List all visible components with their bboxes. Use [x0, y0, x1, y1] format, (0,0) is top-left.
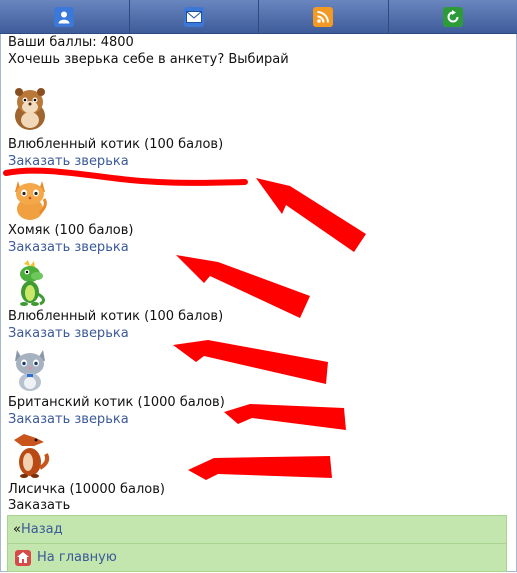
order-animal-text: Заказать	[8, 498, 71, 513]
main-content: Ваши баллы: 4800 Хочешь зверька себе в а…	[8, 34, 508, 68]
tab-profile[interactable]	[0, 0, 130, 33]
dragon-icon	[10, 260, 50, 306]
refresh-icon	[442, 6, 463, 27]
order-animal-link[interactable]: Заказать зверька	[8, 153, 129, 170]
order-animal-link[interactable]: Заказать зверька	[8, 325, 129, 342]
back-label: Назад	[20, 522, 63, 537]
rss-icon	[313, 6, 334, 27]
animal-name: Лисичка (10000 балов)	[8, 482, 165, 497]
home-label: На главную	[37, 550, 117, 565]
gray-cat-icon	[10, 346, 50, 391]
animal-name: Британский котик (1000 балов)	[8, 395, 225, 410]
animal-name: Влюбленный котик (100 балов)	[8, 137, 224, 152]
cat-icon	[10, 175, 50, 220]
user-icon	[54, 6, 75, 27]
tab-refresh[interactable]	[388, 0, 517, 33]
animal-name: Влюбленный котик (100 балов)	[8, 309, 224, 324]
top-nav-bar	[0, 0, 517, 34]
animal-name: Хомяк (100 балов)	[8, 223, 134, 238]
points-label: Ваши баллы: 4800	[8, 35, 134, 50]
order-animal-link[interactable]: Заказать зверька	[8, 239, 129, 256]
choose-prompt: Хочешь зверька себе в анкету? Выбирай	[8, 52, 289, 67]
back-arrow: «	[13, 522, 21, 537]
hamster-icon	[10, 86, 50, 130]
home-link[interactable]: На главную	[7, 543, 507, 572]
home-icon	[15, 549, 31, 566]
tab-rss[interactable]	[259, 0, 389, 33]
mail-icon	[183, 6, 204, 27]
fox-icon	[10, 432, 50, 478]
back-link[interactable]: « Назад	[7, 515, 507, 544]
tab-mail[interactable]	[129, 0, 259, 33]
order-animal-link[interactable]: Заказать зверька	[8, 411, 129, 428]
